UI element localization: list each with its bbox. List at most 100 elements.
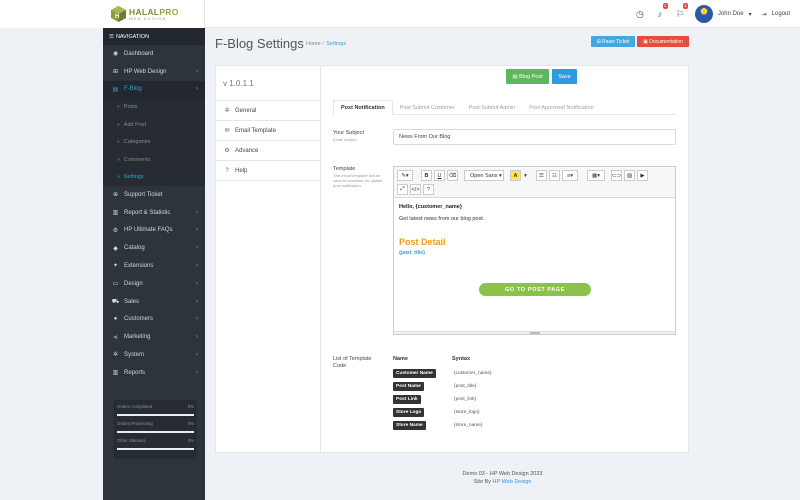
link-icon[interactable]: ⊂⊃: [611, 170, 622, 181]
sidebar-item-marketing[interactable]: ⋖ Marketing ›: [103, 328, 205, 346]
sidebar-item-dashboard[interactable]: ◉ Dashboard: [103, 45, 205, 63]
alert-icon[interactable]: ⚐ 3: [675, 3, 688, 19]
codes-col-name: Name: [393, 356, 408, 362]
avatar: [694, 5, 713, 23]
template-editor[interactable]: ✎▾ B U ⌫ Open Sans ▾ A ▾ ☰ ☷ ≡▾ ▦▾ ⊂⊃ ▨ …: [393, 166, 676, 335]
editor-content[interactable]: Hello, {customer_name} Get latest news f…: [394, 198, 675, 335]
email-line: Get latest news from our blog post.: [399, 216, 485, 222]
sidebar-sub-posts[interactable]: » Posts: [103, 98, 205, 116]
svg-text:H: H: [115, 14, 119, 20]
fullscreen-icon[interactable]: ⤢: [397, 184, 408, 195]
underline-icon[interactable]: U: [434, 170, 445, 181]
stat-label: Other Statuses: [117, 437, 146, 443]
code-syntax: {post_link}: [454, 397, 477, 402]
code-syntax: {customer_name}: [454, 371, 492, 376]
post-title-placeholder: {post_title}: [399, 250, 426, 256]
tab-post-submit-customer[interactable]: Post Submit Customer: [393, 100, 462, 115]
go-to-post-button[interactable]: GO TO POST PAGE: [479, 283, 591, 296]
clock-icon[interactable]: ◷: [635, 9, 645, 19]
subject-input[interactable]: News From Our Blog: [393, 129, 676, 145]
breadcrumb-current[interactable]: Settings: [326, 41, 346, 47]
raise-ticket-button[interactable]: ⊞ Raise Ticket: [591, 36, 635, 47]
chevron-right-icon: ›: [196, 316, 198, 323]
footer-site-by: Site By: [473, 479, 491, 485]
unordered-list-icon[interactable]: ☰: [536, 170, 547, 181]
caret-down-icon[interactable]: ▾: [522, 170, 529, 181]
magic-wand-icon[interactable]: ✎▾: [397, 170, 413, 181]
sidebar-item-design[interactable]: ▭ Design ›: [103, 275, 205, 293]
chevron-right-icon: ›: [196, 351, 198, 358]
post-detail-heading: Post Detail: [399, 237, 446, 247]
sidebar-item-support-ticket[interactable]: ⊕ Support Ticket: [103, 186, 205, 204]
code-view-icon[interactable]: </>: [410, 184, 421, 195]
bullet-icon: »: [117, 139, 120, 146]
page-title: F-Blog Settings: [215, 36, 304, 51]
sidebar-sub-comments[interactable]: » Comments: [103, 150, 205, 169]
sidebar-sub-categories[interactable]: » Categories: [103, 133, 205, 151]
table-icon[interactable]: ▦▾: [587, 170, 605, 181]
align-icon[interactable]: ≡▾: [562, 170, 578, 181]
sidebar-item-catalog[interactable]: ◆ Catalog ›: [103, 239, 205, 257]
nav-heading: ☰ NAVIGATION: [103, 28, 205, 45]
documentation-button[interactable]: ▣ Documentation: [637, 36, 689, 47]
user-menu[interactable]: John Doe ▾: [694, 5, 752, 23]
tab-post-approved-notification[interactable]: Post Approved Notification: [522, 100, 601, 115]
sidebar-sub-add-post[interactable]: » Add Post: [103, 115, 205, 134]
sidebar-sub-settings[interactable]: » Settings: [103, 168, 205, 186]
footer-link[interactable]: HP Web Design: [493, 479, 532, 485]
settings-left-tabs: v 1.0.1.1 ✲ General ✉ Email Template ⚙ Adva…: [216, 66, 321, 452]
editor-resize-handle[interactable]: [394, 331, 675, 334]
code-syntax: {store_logo}: [454, 410, 480, 415]
tab-help[interactable]: ? Help: [216, 161, 320, 181]
email-tabs: Post Notification Post Submit Customer P…: [333, 100, 676, 115]
bullet-icon: »: [117, 174, 120, 181]
progress-bar: [117, 447, 194, 450]
sidebar-item-system[interactable]: ✲ System ›: [103, 346, 205, 364]
sidebar-item-extensions[interactable]: ✦ Extensions ›: [103, 257, 205, 275]
tag-icon: ◆: [113, 245, 118, 252]
logout-link[interactable]: ⇥ Logout: [762, 11, 790, 18]
bell-icon[interactable]: ♪ 3: [655, 3, 668, 19]
logo[interactable]: H HALALPRO WEB DESIGN: [0, 0, 205, 28]
font-family-select[interactable]: Open Sans ▾: [464, 170, 504, 181]
bar-chart-icon: ▥: [112, 210, 119, 217]
breadcrumb-home[interactable]: Home: [306, 41, 321, 47]
sidebar-item-customers[interactable]: ● Customers ›: [103, 310, 205, 328]
sidebar-item-hp-ultimate-faqs[interactable]: ⚙ HP Ultimate FAQs ›: [103, 221, 205, 239]
tab-general[interactable]: ✲ General: [216, 101, 320, 121]
share-icon: ⋖: [112, 334, 119, 341]
tab-post-submit-admin[interactable]: Post Submit Admin: [462, 100, 522, 115]
footer-copyright: Demo 03 - HP Web Design 2023: [462, 471, 543, 477]
save-button[interactable]: Save: [552, 69, 577, 84]
top-bar: H HALALPRO WEB DESIGN ◷ ♪ 3 ⚐ 3 John Doe ▾…: [0, 0, 800, 28]
progress-bar: [117, 430, 194, 433]
sidebar-item-reports[interactable]: ▥ Reports ›: [103, 364, 205, 382]
code-name: Post Link: [393, 395, 421, 404]
chevron-right-icon: ›: [196, 262, 198, 269]
windows-icon: ⊞: [112, 69, 119, 76]
logout-icon: ⇥: [761, 11, 767, 18]
action-bar: ▤ Blog Post Save: [321, 66, 689, 101]
sidebar-item-sales[interactable]: ⛟ Sales ›: [103, 293, 205, 311]
chevron-right-icon: ›: [196, 68, 198, 75]
user-name: John Doe: [717, 11, 744, 17]
gear-icon: ✲: [112, 352, 119, 359]
caret-down-icon: ▾: [748, 11, 752, 18]
sidebar-item-f-blog[interactable]: ▤ F-Blog ›: [103, 80, 205, 99]
tab-advance[interactable]: ⚙ Advance: [216, 141, 320, 161]
bold-icon[interactable]: B: [421, 170, 432, 181]
tab-post-notification[interactable]: Post Notification: [333, 100, 393, 115]
blog-post-button[interactable]: ▤ Blog Post: [506, 69, 549, 84]
stat-value: 0%: [187, 420, 194, 426]
tab-email-template[interactable]: ✉ Email Template: [216, 121, 320, 141]
eraser-icon[interactable]: ⌫: [447, 170, 458, 181]
text-color-icon[interactable]: A: [510, 170, 521, 181]
ordered-list-icon[interactable]: ☷: [549, 170, 560, 181]
template-hint: This email template will be send to cust…: [333, 173, 383, 188]
video-icon[interactable]: ▶: [637, 170, 648, 181]
sidebar-item-hp-web-design[interactable]: ⊞ HP Web Design ›: [103, 63, 205, 81]
image-icon[interactable]: ▨: [624, 170, 635, 181]
bullet-icon: »: [117, 156, 120, 163]
sidebar-item-report-statistic[interactable]: ▥ Report & Statistic ›: [103, 204, 205, 222]
help-icon[interactable]: ?: [423, 184, 434, 195]
